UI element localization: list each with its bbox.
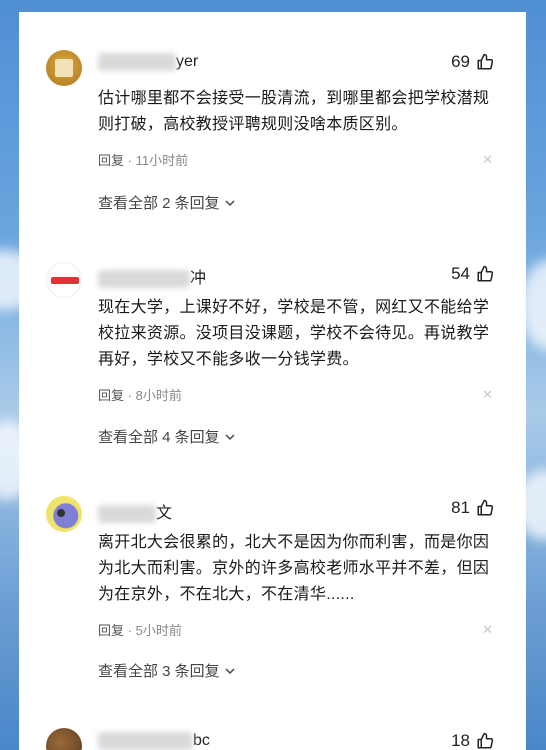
comment-meta: 回复 · 8小时前	[98, 388, 182, 403]
reply-button[interactable]: 回复	[98, 153, 124, 168]
thumbs-up-icon	[477, 265, 494, 282]
timestamp: 5小时前	[135, 623, 182, 638]
avatar[interactable]	[46, 50, 82, 86]
chevron-down-icon	[225, 433, 235, 440]
view-all-replies-button[interactable]: 查看全部 2 条回复	[98, 192, 236, 213]
username[interactable]: bc	[98, 732, 210, 750]
thumbs-up-icon	[477, 499, 494, 516]
timestamp: 8小时前	[135, 388, 182, 403]
comment-meta: 回复 · 5小时前	[98, 623, 182, 638]
view-all-replies-button[interactable]: 查看全部 3 条回复	[98, 660, 236, 681]
username[interactable]: 文	[98, 499, 172, 523]
chevron-down-icon	[225, 667, 235, 674]
close-icon[interactable]: ✕	[482, 387, 493, 403]
thumbs-up-icon	[477, 732, 494, 749]
avatar[interactable]	[46, 496, 82, 532]
like-button[interactable]: 69	[451, 52, 494, 72]
avatar[interactable]	[46, 728, 82, 750]
like-button[interactable]: 54	[451, 264, 494, 284]
like-count: 18	[451, 731, 470, 750]
comment-meta: 回复 · 11小时前	[98, 153, 189, 168]
like-count: 69	[451, 52, 470, 71]
view-all-replies-button[interactable]: 查看全部 4 条回复	[98, 426, 236, 447]
username[interactable]: yer	[98, 53, 198, 71]
timestamp: 11小时前	[135, 153, 189, 168]
comment-panel: yer 69 估计哪里都不会接受一股清流，到哪里都会把学校潜规则打破，高校教授评…	[19, 12, 526, 750]
like-button[interactable]: 18	[451, 731, 494, 750]
reply-button[interactable]: 回复	[98, 388, 124, 403]
comment-text: 离开北大会很累的，北大不是因为你而利害，而是你因为北大而利害。京外的许多高校老师…	[98, 534, 490, 603]
chevron-down-icon	[225, 199, 235, 206]
like-count: 54	[451, 264, 470, 283]
thumbs-up-icon	[477, 53, 494, 70]
like-count: 81	[451, 498, 470, 517]
reply-button[interactable]: 回复	[98, 623, 124, 638]
comment-text: 现在大学，上课好不好，学校是不管，网红又不能给学校拉来资源。没项目没课题，学校不…	[98, 299, 490, 368]
like-button[interactable]: 81	[451, 498, 494, 518]
avatar[interactable]	[46, 262, 82, 298]
close-icon[interactable]: ✕	[482, 622, 493, 638]
username[interactable]: 冲	[98, 264, 206, 288]
comment-text: 估计哪里都不会接受一股清流，到哪里都会把学校潜规则打破，高校教授评聘规则没啥本质…	[98, 90, 490, 133]
close-icon[interactable]: ✕	[482, 152, 493, 168]
